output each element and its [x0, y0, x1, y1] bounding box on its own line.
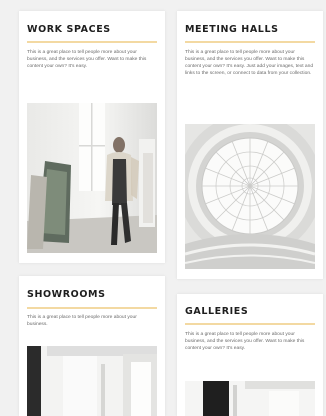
card-galleries: GALLERIES This is a great place to tell … [177, 294, 323, 416]
card-description: This is a great place to tell people mor… [27, 50, 147, 70]
card-description: This is a great place to tell people mor… [185, 332, 305, 352]
card-description: This is a great place to tell people mor… [27, 315, 137, 328]
white-interior-photo [27, 346, 157, 416]
card-description: This is a great place to tell people mor… [185, 50, 314, 77]
accent-divider [185, 41, 315, 43]
card-title: GALLERIES [185, 306, 249, 317]
card-title: WORK SPACES [27, 24, 111, 35]
accent-divider [185, 323, 315, 325]
person-walking-in-loft-photo [27, 103, 157, 253]
spiral-rotunda-skylight-photo [185, 124, 315, 269]
card-title: MEETING HALLS [185, 24, 279, 35]
card-showrooms: SHOWROOMS This is a great place to tell … [19, 276, 165, 416]
card-meeting-halls: MEETING HALLS This is a great place to t… [177, 11, 323, 279]
accent-divider [27, 307, 157, 309]
card-title: SHOWROOMS [27, 289, 106, 300]
accent-divider [27, 41, 157, 43]
gallery-interior-photo [185, 381, 315, 416]
card-work-spaces: WORK SPACES This is a great place to tel… [19, 11, 165, 263]
